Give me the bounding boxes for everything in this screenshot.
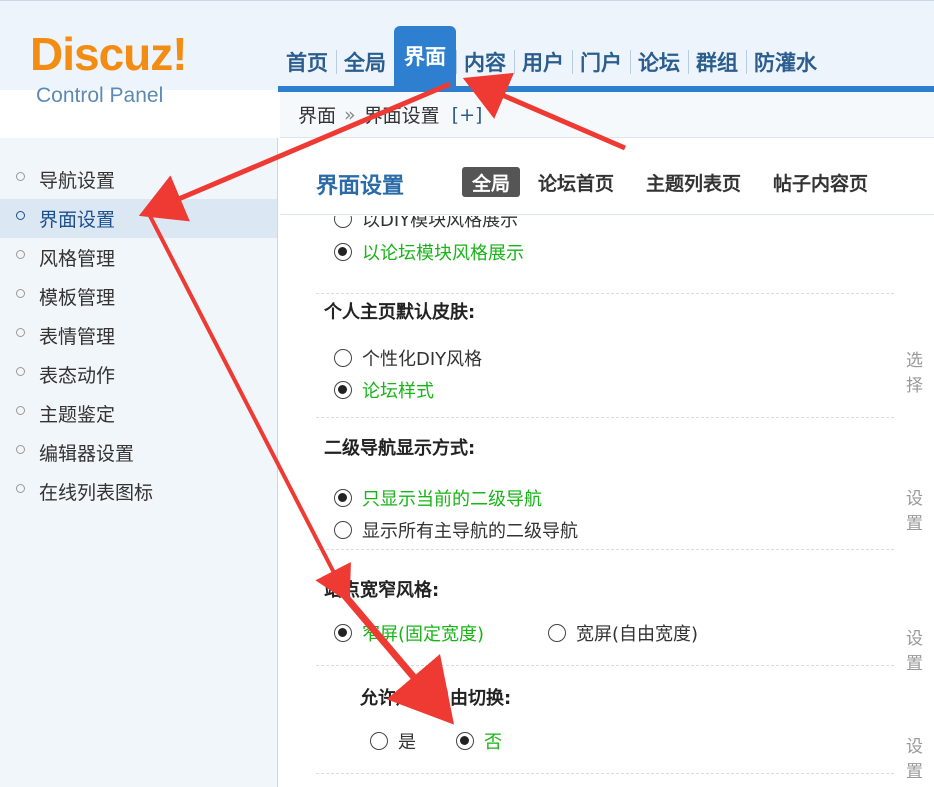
page-title: 界面设置 (316, 174, 405, 199)
radio-off-icon[interactable] (548, 624, 566, 642)
option-diy-style[interactable]: 以DIY模块风格展示 (334, 216, 518, 232)
sidebar-item-interface-settings[interactable]: 界面设置 (0, 199, 277, 238)
option-label: 窄屏(固定宽度) (362, 624, 485, 645)
option-narrow[interactable]: 窄屏(固定宽度) (334, 620, 484, 646)
hint-text: 设置 (906, 629, 923, 674)
option-label: 只显示当前的二级导航 (362, 489, 542, 510)
tab-thread-view[interactable]: 帖子内容页 (773, 167, 868, 197)
bullet-icon (16, 367, 25, 376)
setting-group-display-mode: 以DIY模块风格展示 以论坛模块风格展示 选 (316, 216, 894, 294)
setting-label: 允许用户自由切换: (360, 688, 512, 709)
bullet-icon (16, 445, 25, 454)
hint-text: 设置 (906, 489, 923, 534)
breadcrumb-separator: » (344, 103, 356, 126)
option-no[interactable]: 否 (456, 728, 502, 754)
option-label: 宽屏(自由宽度) (576, 624, 699, 645)
radio-on-icon[interactable] (456, 732, 474, 750)
logo-title: Discuz! (30, 28, 188, 80)
setting-label: 二级导航显示方式: (324, 438, 476, 459)
bullet-icon (16, 250, 25, 259)
radio-off-icon[interactable] (334, 216, 352, 228)
radio-on-icon[interactable] (334, 381, 352, 399)
sidebar-item-editor-settings[interactable]: 编辑器设置 (0, 433, 277, 472)
nav-global[interactable]: 全局 (336, 38, 394, 86)
logo-subtitle: Control Panel (36, 84, 164, 107)
sidebar-item-label: 编辑器设置 (39, 443, 135, 465)
content-header: 界面设置 全局 论坛首页 主题列表页 帖子内容页 (280, 139, 934, 215)
breadcrumb-root[interactable]: 界面 (298, 101, 336, 128)
radio-on-icon[interactable] (334, 624, 352, 642)
nav-home[interactable]: 首页 (278, 38, 336, 86)
nav-groups[interactable]: 群组 (688, 38, 746, 86)
add-shortcut-button[interactable]: [+] (452, 104, 483, 126)
sidebar-item-label: 导航设置 (39, 170, 116, 192)
sidebar-item-nav-settings[interactable]: 导航设置 (0, 160, 277, 199)
hint-text: 选择 (906, 351, 923, 396)
nav-antispam[interactable]: 防灌水 (746, 38, 825, 86)
breadcrumb-current: 界面设置 (363, 105, 440, 127)
radio-on-icon[interactable] (334, 489, 352, 507)
sub-tabs: 全局 论坛首页 主题列表页 帖子内容页 (462, 167, 900, 197)
sidebar-item-style-management[interactable]: 风格管理 (0, 238, 277, 277)
sidebar-item-label: 表态动作 (39, 365, 116, 387)
bullet-icon (16, 172, 25, 181)
option-label: 以DIY模块风格展示 (362, 216, 519, 231)
bullet-icon (16, 289, 25, 298)
sidebar-item-click-actions[interactable]: 表态动作 (0, 355, 277, 394)
nav-portal[interactable]: 门户 (572, 38, 630, 86)
breadcrumb: 界面 » 界面设置 [+] (280, 92, 934, 138)
setting-label: 站点宽窄风格: (324, 580, 440, 601)
setting-label: 个人主页默认皮肤: (324, 302, 476, 323)
nav-users[interactable]: 用户 (514, 38, 572, 86)
nav-interface[interactable]: 界面 (394, 26, 456, 86)
option-label: 否 (484, 732, 502, 753)
sidebar-item-label: 风格管理 (39, 248, 116, 270)
radio-off-icon[interactable] (334, 349, 352, 367)
radio-on-icon[interactable] (334, 243, 352, 261)
option-all-subnav[interactable]: 显示所有主导航的二级导航 (334, 517, 578, 543)
sidebar: 导航设置 界面设置 风格管理 模板管理 表情管理 表态动作 主题鉴定 编辑器设置… (0, 138, 278, 787)
option-label: 是 (398, 732, 416, 753)
option-label: 论坛样式 (362, 381, 434, 402)
option-label: 个性化DIY风格 (362, 349, 483, 370)
sidebar-item-label: 模板管理 (39, 287, 116, 309)
option-current-subnav[interactable]: 只显示当前的二级导航 (334, 485, 542, 511)
nav-forum[interactable]: 论坛 (630, 38, 688, 86)
tab-global[interactable]: 全局 (462, 167, 521, 197)
sidebar-item-online-list-icons[interactable]: 在线列表图标 (0, 472, 277, 511)
top-nav: 首页 全局 界面 内容 用户 门户 论坛 群组 防灌水 (278, 26, 825, 86)
option-forum-module-style[interactable]: 以论坛模块风格展示 (334, 239, 524, 265)
tab-thread-list[interactable]: 主题列表页 (646, 167, 741, 197)
radio-off-icon[interactable] (334, 521, 352, 539)
nav-content[interactable]: 内容 (456, 38, 514, 86)
option-yes[interactable]: 是 (370, 728, 416, 754)
setting-group-site-width: 站点宽窄风格: 窄屏(固定宽度) 宽屏(自由宽度) 设置 (316, 564, 923, 674)
bullet-icon (16, 328, 25, 337)
sidebar-item-label: 在线列表图标 (39, 482, 154, 504)
option-forum-style[interactable]: 论坛样式 (334, 377, 434, 403)
tab-forum-home[interactable]: 论坛首页 (538, 167, 614, 197)
sidebar-item-thread-stamps[interactable]: 主题鉴定 (0, 394, 277, 433)
main-content: 界面设置 全局 论坛首页 主题列表页 帖子内容页 以DIY模块风格展示 以论坛模… (280, 139, 934, 787)
hint-text: 设置 (906, 737, 923, 782)
option-wide[interactable]: 宽屏(自由宽度) (548, 620, 698, 646)
bullet-icon (16, 406, 25, 415)
option-label: 以论坛模块风格展示 (362, 243, 524, 264)
bullet-icon (16, 484, 25, 493)
option-label: 显示所有主导航的二级导航 (362, 521, 578, 542)
sidebar-item-label: 表情管理 (39, 326, 116, 348)
bullet-icon (16, 211, 25, 220)
sidebar-item-label: 界面设置 (39, 209, 116, 231)
sidebar-item-smiley-management[interactable]: 表情管理 (0, 316, 277, 355)
setting-group-user-switch: 允许用户自由切换: 是 否 设置 (316, 666, 923, 782)
setting-group-subnav: 二级导航显示方式: 只显示当前的二级导航 显示所有主导航的二级导航 设置 (316, 426, 923, 550)
option-diy[interactable]: 个性化DIY风格 (334, 345, 482, 371)
radio-off-icon[interactable] (370, 732, 388, 750)
sidebar-item-template-management[interactable]: 模板管理 (0, 277, 277, 316)
setting-group-homepage-skin: 个人主页默认皮肤: 个性化DIY风格 论坛样式 选择 (316, 294, 923, 418)
sidebar-item-label: 主题鉴定 (39, 404, 116, 426)
